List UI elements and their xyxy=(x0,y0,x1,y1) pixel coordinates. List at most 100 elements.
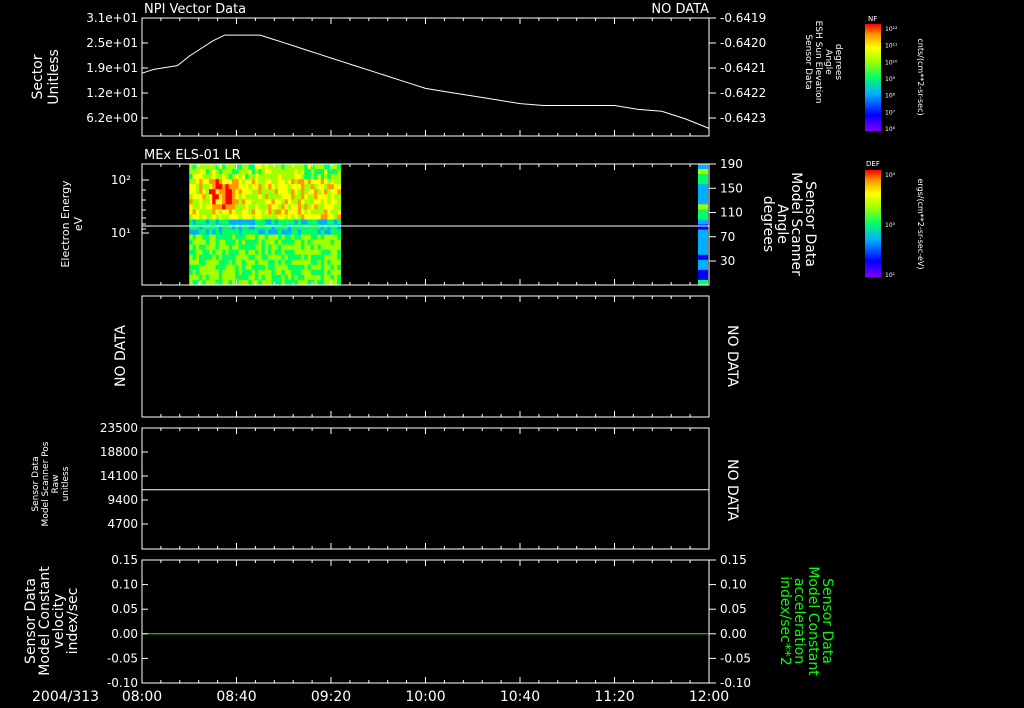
panel-scanner-pos-rlabel: NO DATA xyxy=(724,459,740,521)
scanner-pos-y-tick-label: 9400 xyxy=(107,493,138,507)
sector-right-tick-label: -0.6423 xyxy=(720,111,766,125)
sector-right-tick-label: -0.6419 xyxy=(720,11,766,25)
heatmap-cell xyxy=(337,264,342,271)
colorbar-def-tick-label: 10³ xyxy=(885,222,896,229)
chart-figure: NPI Vector Data NO DATA 3.1e+01 2.5e+01 1.… xyxy=(0,0,1024,708)
panel-els-ylabel-line2: eV xyxy=(72,216,85,231)
sector-right-tick-label: -0.6422 xyxy=(720,86,766,100)
panel-scanner-pos-ylabel-line2: Model Scanner Pos xyxy=(41,441,51,526)
panel-scanner-pos-ylabel-line3: Raw xyxy=(51,475,61,494)
heatmap-cell xyxy=(337,184,342,190)
colorbar-nf-gradient xyxy=(865,24,881,131)
heatmap-cell xyxy=(698,169,708,175)
els-right-tick-label: 30 xyxy=(720,254,735,268)
heatmap-cell xyxy=(698,174,708,180)
velocity-right-tick-label: 0.15 xyxy=(720,553,747,567)
colorbar-nf-label: NF xyxy=(868,15,877,23)
colorbar-nf-tick-label: 10⁶ xyxy=(885,126,896,133)
heatmap-cell xyxy=(698,184,708,190)
colorbar-nf-tick-label: 10⁷ xyxy=(885,109,896,116)
colorbar-nf-tick-label: 10¹¹ xyxy=(885,43,898,50)
colorbar-def-tick-label: 10¹ xyxy=(885,272,896,279)
velocity-right-tick-label: 0.10 xyxy=(720,578,747,592)
velocity-y-tick-label: 0.05 xyxy=(111,602,138,616)
heatmap-cell xyxy=(698,244,708,251)
heatmap-cell xyxy=(337,244,342,251)
panel-sector-ylabel-line1: Sector xyxy=(30,54,46,99)
heatmap-cell xyxy=(698,234,708,241)
heatmap-cell xyxy=(337,194,342,200)
heatmap-cell xyxy=(698,214,708,221)
time-tick-label: 11:20 xyxy=(594,689,634,705)
velocity-y-tick-label: 0.10 xyxy=(111,578,138,592)
heatmap-cell xyxy=(698,269,708,276)
scanner-pos-y-tick-label: 14100 xyxy=(100,469,138,483)
heatmap-cell xyxy=(698,264,708,271)
heatmap-cell xyxy=(698,229,708,236)
sector-y-tick-label: 1.2e+01 xyxy=(86,86,138,100)
heatmap-cell xyxy=(698,199,708,205)
heatmap-cell xyxy=(337,199,342,205)
velocity-right-tick-label: -0.10 xyxy=(720,676,751,690)
colorbar-nf-tick-label: 10¹⁰ xyxy=(885,59,898,66)
panel-velocity-rlabel-line4: index/sec**2 xyxy=(777,576,793,666)
heatmap-cell xyxy=(698,239,708,246)
heatmap-cell xyxy=(698,224,708,231)
heatmap-cell xyxy=(337,249,342,256)
colorbar-def-tick-label: 10⁴ xyxy=(885,172,896,179)
panel-velocity-ylabel-line4: index/sec xyxy=(65,588,81,655)
velocity-right-tick-label: -0.05 xyxy=(720,651,751,665)
heatmap-cell xyxy=(337,219,342,226)
time-tick-label: 12:00 xyxy=(689,689,729,705)
heatmap-cell xyxy=(337,164,342,170)
heatmap-cell xyxy=(337,189,342,195)
time-tick-label: 08:40 xyxy=(216,689,256,705)
panel-sector-rlabel-line3: Angle xyxy=(823,49,833,75)
panel-els-title-left: MEx ELS-01 LR xyxy=(144,148,241,163)
sector-y-tick-label: 3.1e+01 xyxy=(86,11,138,25)
sector-y-tick-label: 2.5e+01 xyxy=(86,36,138,50)
sector-y-tick-label: 6.2e+00 xyxy=(86,111,138,125)
panel-scanner-pos-ylabel-line1: Sensor Data xyxy=(31,456,41,511)
time-tick-label: 10:00 xyxy=(405,689,445,705)
heatmap-cell xyxy=(337,254,342,261)
heatmap-cell xyxy=(337,214,342,221)
heatmap-cell xyxy=(337,229,342,236)
heatmap-cell xyxy=(698,164,708,170)
time-tick-label: 09:20 xyxy=(311,689,351,705)
heatmap-cell xyxy=(337,179,342,185)
els-y-tick-label: 10¹ xyxy=(111,226,131,240)
els-right-tick-label: 190 xyxy=(720,157,743,171)
panel-sector-rlabel-line2: ESH Sun Elevation xyxy=(813,21,823,104)
panel-els-rlabel-line4: degrees xyxy=(760,196,776,252)
heatmap-cell xyxy=(698,194,708,200)
sector-right-tick-label: -0.6420 xyxy=(720,36,766,50)
panel-sector-ylabel-line2: Unitless xyxy=(46,49,62,105)
colorbar-nf-tick-label: 10⁸ xyxy=(885,93,896,100)
heatmap-cell xyxy=(337,224,342,231)
heatmap-cell xyxy=(698,189,708,195)
heatmap-cell xyxy=(337,274,342,281)
heatmap-cell xyxy=(698,219,708,226)
panel-empty-ylabel: NO DATA xyxy=(113,325,129,387)
heatmap-cell xyxy=(698,204,708,210)
heatmap-cell xyxy=(337,234,342,241)
els-y-tick-label: 10² xyxy=(111,173,131,187)
heatmap-cell xyxy=(698,249,708,256)
panel-sector-rlabel-line4: degrees xyxy=(833,44,843,81)
sector-right-tick-label: -0.6421 xyxy=(720,61,766,75)
heatmap-cell xyxy=(337,269,342,276)
panel-scanner-pos-ylabel-line4: unitless xyxy=(61,466,71,501)
scanner-pos-y-tick-label: 18800 xyxy=(100,445,138,459)
time-tick-label: 08:00 xyxy=(122,689,162,705)
velocity-y-tick-label: 0.00 xyxy=(111,627,138,641)
colorbar-nf-tick-label: 10¹² xyxy=(885,26,898,33)
heatmap-cell xyxy=(337,209,342,216)
panel-sector-title-right: NO DATA xyxy=(651,2,709,17)
heatmap-cell xyxy=(337,259,342,266)
velocity-right-tick-label: 0.00 xyxy=(720,627,747,641)
heatmap-cell xyxy=(698,254,708,261)
panel-sector-title-left: NPI Vector Data xyxy=(144,2,246,17)
velocity-y-tick-label: 0.15 xyxy=(111,553,138,567)
time-tick-label: 10:40 xyxy=(500,689,540,705)
